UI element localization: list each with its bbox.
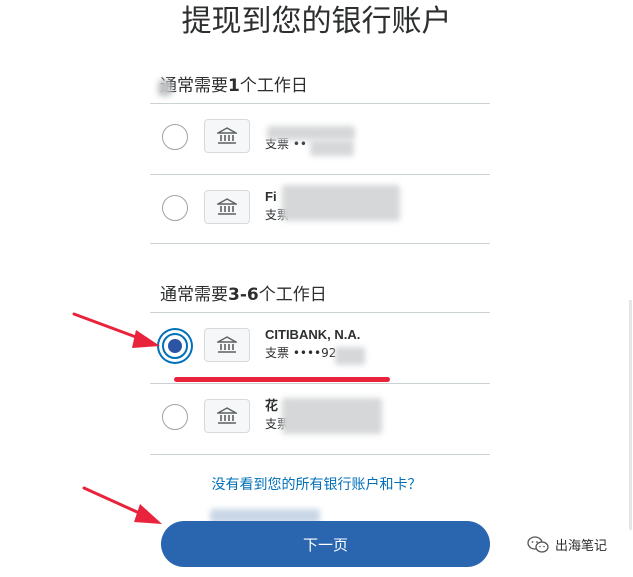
- account-radio[interactable]: [162, 195, 188, 221]
- bank-name: Fi: [265, 189, 277, 204]
- red-arrow-icon: [82, 486, 162, 524]
- redaction-blur: [158, 80, 172, 96]
- bank-name: CITIBANK, N.A.: [265, 327, 361, 342]
- bank-icon: [217, 198, 237, 215]
- section-label-days: 3-6: [228, 285, 259, 305]
- section-label-prefix: 通常需要: [160, 285, 228, 305]
- account-radio[interactable]: [162, 404, 188, 430]
- section-label-3-6-days: 通常需要3-6个工作日: [160, 284, 327, 306]
- section-label-days: 1: [228, 76, 240, 96]
- scrollbar[interactable]: [629, 300, 632, 530]
- bank-account-row[interactable]: Fi 支票: [150, 175, 490, 245]
- watermark-badge: 出海笔记: [527, 535, 607, 554]
- bank-icon-box: [204, 190, 250, 224]
- bank-icon: [217, 336, 237, 353]
- bank-account-row[interactable]: 花 支票 •••: [150, 384, 490, 454]
- next-page-button[interactable]: 下一页: [161, 521, 490, 567]
- page-title: 提现到您的银行账户: [181, 4, 452, 39]
- section-label-1-day: 通常需要1个工作日: [160, 75, 308, 97]
- bank-name: 花: [265, 398, 279, 413]
- account-radio[interactable]: [162, 124, 188, 150]
- bank-icon: [217, 127, 237, 144]
- account-radio-selected[interactable]: [162, 333, 188, 359]
- divider: [150, 243, 490, 244]
- bank-account-row-selected[interactable]: CITIBANK, N.A. 支票 ••••92: [150, 313, 490, 383]
- redaction-blur: [282, 185, 400, 221]
- account-type: 支票 ••••92: [265, 346, 337, 360]
- redaction-blur: [310, 140, 354, 156]
- withdraw-page: 提现到您的银行账户 通常需要1个工作日 支票 •• Fi 支票 通常需要3-6个…: [0, 0, 633, 577]
- redaction-blur: [267, 126, 355, 140]
- red-underline-annotation: [174, 377, 390, 382]
- redaction-blur: [282, 398, 382, 434]
- divider: [150, 454, 490, 455]
- watermark-text: 出海笔记: [555, 539, 608, 554]
- bank-icon-box: [204, 119, 250, 153]
- bank-account-row[interactable]: 支票 ••: [150, 104, 490, 174]
- redaction-blur: [335, 347, 365, 365]
- red-arrow-icon: [72, 312, 160, 348]
- wechat-icon: [527, 535, 549, 553]
- section-label-suffix: 个工作日: [239, 76, 308, 96]
- section-label-suffix: 个工作日: [258, 285, 327, 305]
- bank-icon-box: [204, 328, 250, 362]
- bank-icon-box: [204, 399, 250, 433]
- bank-icon: [217, 407, 237, 424]
